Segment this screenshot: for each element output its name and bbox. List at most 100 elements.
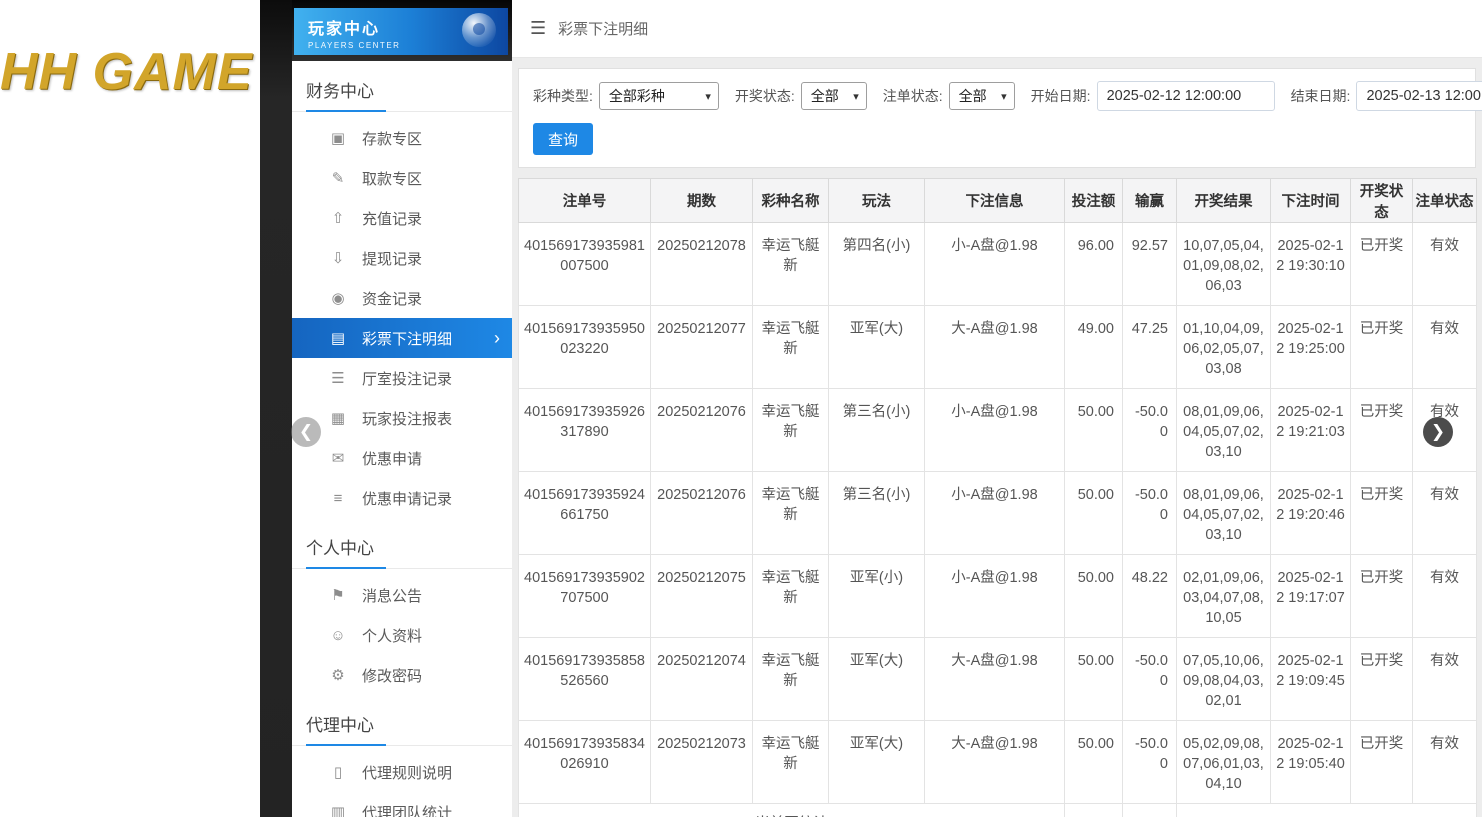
profile-icon: ☺ [328,627,348,644]
sidebar-item-label: 资金记录 [362,288,422,309]
column-header: 下注时间 [1271,179,1351,223]
sidebar-item-promo-apply[interactable]: ✉优惠申请 [292,438,512,478]
sidebar-section-title: 个人中心 [292,518,512,569]
table-cell: 已开奖 [1351,721,1413,804]
table-cell: 已开奖 [1351,389,1413,472]
sidebar-item-hall-bet-record[interactable]: ☰厅室投注记录 [292,358,512,398]
table-cell: 01,10,04,09,06,02,05,07,03,08 [1177,306,1271,389]
sidebar-item-password[interactable]: ⚙修改密码 [292,655,512,695]
brand-panel: HH GAME [0,0,260,817]
sidebar-item-label: 提现记录 [362,248,422,269]
table-cell: 亚军(大) [829,306,925,389]
chevron-right-icon[interactable]: ❯ [1423,417,1453,447]
table-row: 40156917393592466175020250212076幸运飞艇新第三名… [519,472,1477,555]
sidebar-item-player-bet-report[interactable]: ▦玩家投注报表 [292,398,512,438]
table-row: 40156917393592631789020250212076幸运飞艇新第三名… [519,389,1477,472]
table-cell: 幸运飞艇新 [753,472,829,555]
table-cell: 20250212078 [651,223,753,306]
sidebar-item-withdraw[interactable]: ✎取款专区 [292,158,512,198]
order-status-select[interactable]: 全部 ▾ [949,82,1015,110]
table-cell: 小-A盘@1.98 [925,389,1065,472]
start-date-input[interactable] [1097,81,1275,111]
column-header: 彩种名称 [753,179,829,223]
player-bet-report-icon: ▦ [328,409,348,427]
table-cell: 幸运飞艇新 [753,389,829,472]
table-cell: 50.00 [1065,555,1123,638]
column-header: 玩法 [829,179,925,223]
chevron-right-icon: › [494,329,500,347]
table-cell: 47.25 [1123,306,1177,389]
table-cell: 2025-02-12 19:21:03 [1271,389,1351,472]
table-cell: 08,01,09,06,04,05,07,02,03,10 [1177,389,1271,472]
chevron-left-icon[interactable]: ❮ [291,417,321,447]
column-header: 注单号 [519,179,651,223]
search-button[interactable]: 查询 [533,123,593,155]
table-cell: 有效 [1413,638,1477,721]
sidebar-item-announcement[interactable]: ⚑消息公告 [292,575,512,615]
chevron-down-icon: ▾ [1001,90,1007,103]
lottery-bet-detail-icon: ▤ [328,329,348,347]
table-cell: 05,02,09,08,07,06,01,03,04,10 [1177,721,1271,804]
table-cell: 幸运飞艇新 [753,223,829,306]
table-cell: 大-A盘@1.98 [925,306,1065,389]
sidebar-item-agent-rules[interactable]: ▯代理规则说明 [292,752,512,792]
table-cell: 20250212076 [651,472,753,555]
table-cell: 2025-02-12 19:09:45 [1271,638,1351,721]
table-cell: 07,05,10,06,09,08,04,03,02,01 [1177,638,1271,721]
table-cell: 92.57 [1123,223,1177,306]
table-cell: 已开奖 [1351,223,1413,306]
table-cell: -50.00 [1123,472,1177,555]
sidebar-item-recharge-record[interactable]: ⇧充值记录 [292,198,512,238]
table-cell: 50.00 [1065,472,1123,555]
sidebar-item-label: 代理团队统计 [362,802,452,817]
sidebar-header: 玩家中心 PLAYERS CENTER [294,8,508,55]
draw-status-value: 全部 [811,86,839,106]
sidebar-item-funds-record[interactable]: ◉资金记录 [292,278,512,318]
table-cell: 20250212074 [651,638,753,721]
column-header: 注单状态 [1413,179,1477,223]
table-row: 40156917393585852656020250212074幸运飞艇新亚军(… [519,638,1477,721]
table-cell: 2025-02-12 19:17:07 [1271,555,1351,638]
sidebar-item-deposit[interactable]: ▣存款专区 [292,118,512,158]
sidebar-item-lottery-bet-detail[interactable]: ▤ 彩票下注明细 › [292,318,512,358]
table-cell: 20250212073 [651,721,753,804]
sidebar-item-label: 修改密码 [362,665,422,686]
table-cell: 50.00 [1065,389,1123,472]
table-cell: 小-A盘@1.98 [925,555,1065,638]
table-header-row: 注单号期数彩种名称玩法下注信息投注额输赢开奖结果下注时间开奖状态注单状态 [519,179,1477,223]
main-area: ☰ 彩票下注明细 彩种类型: 全部彩种 ▾ 开奖状态: 全部 ▾ 注单状态: 全… [512,0,1482,817]
sidebar-item-agent-team-stats[interactable]: ▥代理团队统计 [292,792,512,817]
table-cell: 401569173935858526560 [519,638,651,721]
sidebar-item-withdraw-record[interactable]: ⇩ 提现记录 [292,238,512,278]
table-row: 40156917393598100750020250212078幸运飞艇新第四名… [519,223,1477,306]
table-cell: 亚军(大) [829,638,925,721]
table-cell: 亚军(小) [829,555,925,638]
draw-status-select[interactable]: 全部 ▾ [801,82,867,110]
sidebar-item-label: 彩票下注明细 [362,328,452,349]
table-cell: -50.00 [1123,389,1177,472]
table-cell: 02,01,09,06,03,04,07,08,10,05 [1177,555,1271,638]
table-cell: 小-A盘@1.98 [925,223,1065,306]
table-cell: 10,07,05,04,01,09,08,02,06,03 [1177,223,1271,306]
column-header: 期数 [651,179,753,223]
table-cell: 2025-02-12 19:25:00 [1271,306,1351,389]
agent-rules-icon: ▯ [328,763,348,781]
table-cell: 2025-02-12 19:20:46 [1271,472,1351,555]
table-cell: 幸运飞艇新 [753,638,829,721]
sidebar-item-promo-apply-record[interactable]: ≡优惠申请记录 [292,478,512,518]
start-date-label: 开始日期: [1031,86,1091,106]
end-date-input[interactable] [1356,81,1482,111]
menu-icon[interactable]: ☰ [530,18,546,39]
filter-panel: 彩种类型: 全部彩种 ▾ 开奖状态: 全部 ▾ 注单状态: 全部 ▾ 开始日期:… [518,68,1476,168]
table-cell: 401569173935950023220 [519,306,651,389]
column-header: 开奖结果 [1177,179,1271,223]
sidebar-item-label: 充值记录 [362,208,422,229]
sidebar-item-profile[interactable]: ☺个人资料 [292,615,512,655]
table-cell: 401569173935902707500 [519,555,651,638]
table-cell: 已开奖 [1351,306,1413,389]
chevron-down-icon: ▾ [705,90,711,103]
promo-apply-icon: ✉ [328,449,348,467]
withdraw-record-icon: ⇩ [328,249,348,267]
lottery-type-select[interactable]: 全部彩种 ▾ [599,82,719,110]
totals-winloss: -11.96 [1123,804,1177,817]
